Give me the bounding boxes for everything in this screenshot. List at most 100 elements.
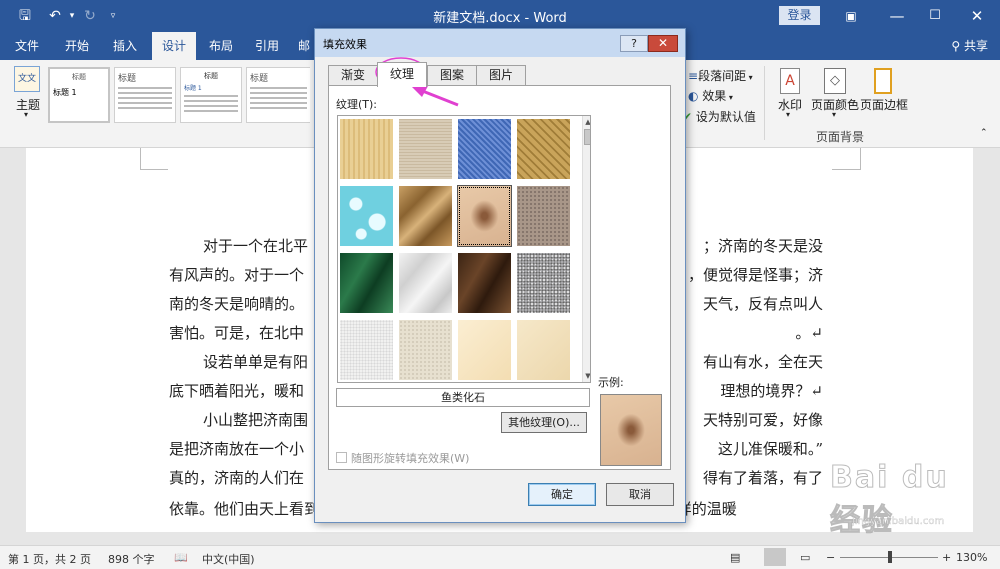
ribbon-display-options-icon[interactable]: ▣ [828,0,874,32]
zoom-out-button[interactable]: − [826,551,835,564]
document-text-line-right[interactable]: 理想的境界？↵ [720,377,823,405]
page-color-dropdown-icon[interactable]: ▾ [832,110,836,119]
paragraph-spacing-button[interactable]: ≡段落间距 ▾ [688,67,753,84]
proofing-icon[interactable]: 📖 [174,551,188,564]
tab-references[interactable]: 引用 [246,32,288,60]
tab-texture[interactable]: 纹理 [377,62,427,87]
texture-grid: ▲ ▼ [337,115,591,383]
other-textures-button[interactable]: 其他纹理(O)... [501,412,587,433]
tab-design[interactable]: 设计 [152,32,196,60]
watermark-dropdown-icon[interactable]: ▾ [786,110,790,119]
texture-swatch-water-droplets[interactable] [339,185,394,247]
person-icon: ⚲ [951,39,964,53]
texture-swatch-newsprint[interactable] [339,319,394,381]
set-default-label: 设为默认值 [695,110,756,124]
save-icon[interactable]: 🖫 [14,6,36,26]
customize-qat-icon[interactable]: ▿ [106,6,120,26]
set-default-button[interactable]: ✔ 设为默认值 [682,108,756,125]
paragraph-spacing-icon: ≡ [688,69,699,83]
style-thumb-heading: 标题 [118,74,137,84]
scrollbar-thumb[interactable] [584,129,590,145]
margin-marker [832,169,860,170]
help-button[interactable]: ? [620,35,648,52]
document-text-line-right[interactable]: 有山有水，全在天 [703,348,823,376]
redo-icon[interactable]: ↻ [80,6,100,26]
tab-layout[interactable]: 布局 [200,32,242,60]
page-count[interactable]: 第 1 页，共 2 页 [8,551,91,567]
login-button[interactable]: 登录 [779,6,820,25]
texture-swatch-granite[interactable] [516,252,571,314]
page-border-label[interactable]: 页面边框 [860,96,908,113]
dialog-title-bar: 填充效果 ? ✕ [315,29,685,57]
tab-mailings[interactable]: 邮 [294,32,314,60]
scroll-down-arrow-icon[interactable]: ▼ [583,370,590,382]
style-thumb-heading: 标题 [250,74,269,84]
texture-swatch-canvas[interactable] [398,118,453,180]
document-text-line-right[interactable]: 得有了着落，有了 [703,464,823,492]
page-border-icon[interactable] [874,68,892,94]
tab-file[interactable]: 文件 [6,32,48,60]
paragraph-spacing-label: 段落间距 [698,69,747,83]
document-text-line-right[interactable]: ；济南的冬天是没 [703,232,823,260]
texture-swatch-fish-fossil[interactable] [457,185,512,247]
style-set-thumb-2[interactable]: 标题 [114,67,176,123]
tab-pattern[interactable]: 图案 [427,65,477,86]
texture-swatch-green-marble[interactable] [339,252,394,314]
texture-tab-panel: 纹理(T): ▲ ▼ 鱼类化石 其他纹理(O)... 随图形旋转填充效果(W) … [328,85,671,470]
style-set-thumb-1[interactable]: 标题 标题 1 [48,67,110,123]
read-mode-icon[interactable]: ▤ [730,551,740,564]
ribbon-divider [764,66,765,140]
zoom-in-button[interactable]: + [942,551,951,564]
share-button[interactable]: ⚲ 共享 [951,32,988,60]
zoom-level[interactable]: 130% [956,551,987,564]
tab-insert[interactable]: 插入 [104,32,146,60]
watermark-url: jingyan.baidu.com [852,516,945,527]
texture-swatch-blue-tissue[interactable] [457,118,512,180]
watermark-icon[interactable]: A [780,68,800,94]
texture-swatch-sand[interactable] [516,185,571,247]
style-set-thumb-4[interactable]: 标题 [246,67,310,123]
document-text-line-right[interactable]: 天气，反有点叫人 [703,290,823,318]
zoom-slider-thumb[interactable] [888,551,892,563]
web-layout-icon[interactable]: ▭ [800,551,810,564]
dialog-close-button[interactable]: ✕ [648,35,678,52]
theme-icon[interactable]: 文文 [14,66,40,92]
undo-dropdown-icon[interactable]: ▾ [66,6,78,26]
word-count[interactable]: 898 个字 [108,551,155,567]
language[interactable]: 中文(中国) [202,551,255,567]
texture-scrollbar[interactable]: ▲ ▼ [582,116,590,382]
scroll-up-arrow-icon[interactable]: ▲ [583,116,590,128]
fill-effects-dialog: 填充效果 ? ✕ 渐变 纹理 图案 图片 纹理(T): ▲ ▼ 鱼类化石 其他纹… [314,28,686,523]
group-label-page-background: 页面背景 [816,130,865,144]
texture-label: 纹理(T): [336,98,378,111]
texture-swatch-recycled-paper[interactable] [398,319,453,381]
document-text-line-right[interactable]: 。↵ [795,319,823,347]
cancel-button[interactable]: 取消 [606,483,674,506]
style-set-thumb-3[interactable]: 标题 标题 1 [180,67,242,123]
margin-marker [860,148,861,170]
texture-swatch-stationery[interactable] [516,319,571,381]
document-text-line-right[interactable]: 天特别可爱，好像 [703,406,823,434]
maximize-button[interactable]: ☐ [912,0,958,32]
tab-gradient[interactable]: 渐变 [328,65,378,86]
document-text-line-right[interactable]: ，便觉得是怪事；济 [688,261,823,289]
theme-dropdown-icon[interactable]: ▾ [24,110,28,119]
texture-swatch-parchment[interactable] [457,319,512,381]
effects-button[interactable]: ◐ 效果 ▾ [688,87,733,104]
texture-swatch-papyrus[interactable] [339,118,394,180]
dialog-title: 填充效果 [323,38,367,51]
texture-swatch-woven-mat[interactable] [516,118,571,180]
document-text-line-right[interactable]: 这儿准保暖和。” [718,435,823,463]
texture-swatch-brown-marble[interactable] [457,252,512,314]
undo-icon[interactable]: ↶ [44,6,66,26]
ok-button[interactable]: 确定 [528,483,596,506]
collapse-ribbon-icon[interactable]: ⌃ [980,128,988,138]
page-color-icon[interactable]: ◇ [824,68,846,94]
tab-picture[interactable]: 图片 [476,65,526,86]
close-window-button[interactable]: ✕ [954,0,1000,32]
texture-swatch-white-marble[interactable] [398,252,453,314]
texture-swatch-brown-paper-bag[interactable] [398,185,453,247]
tab-home[interactable]: 开始 [56,32,98,60]
rotate-label: 随图形旋转填充效果(W) [351,452,470,465]
print-layout-icon[interactable] [764,548,786,566]
